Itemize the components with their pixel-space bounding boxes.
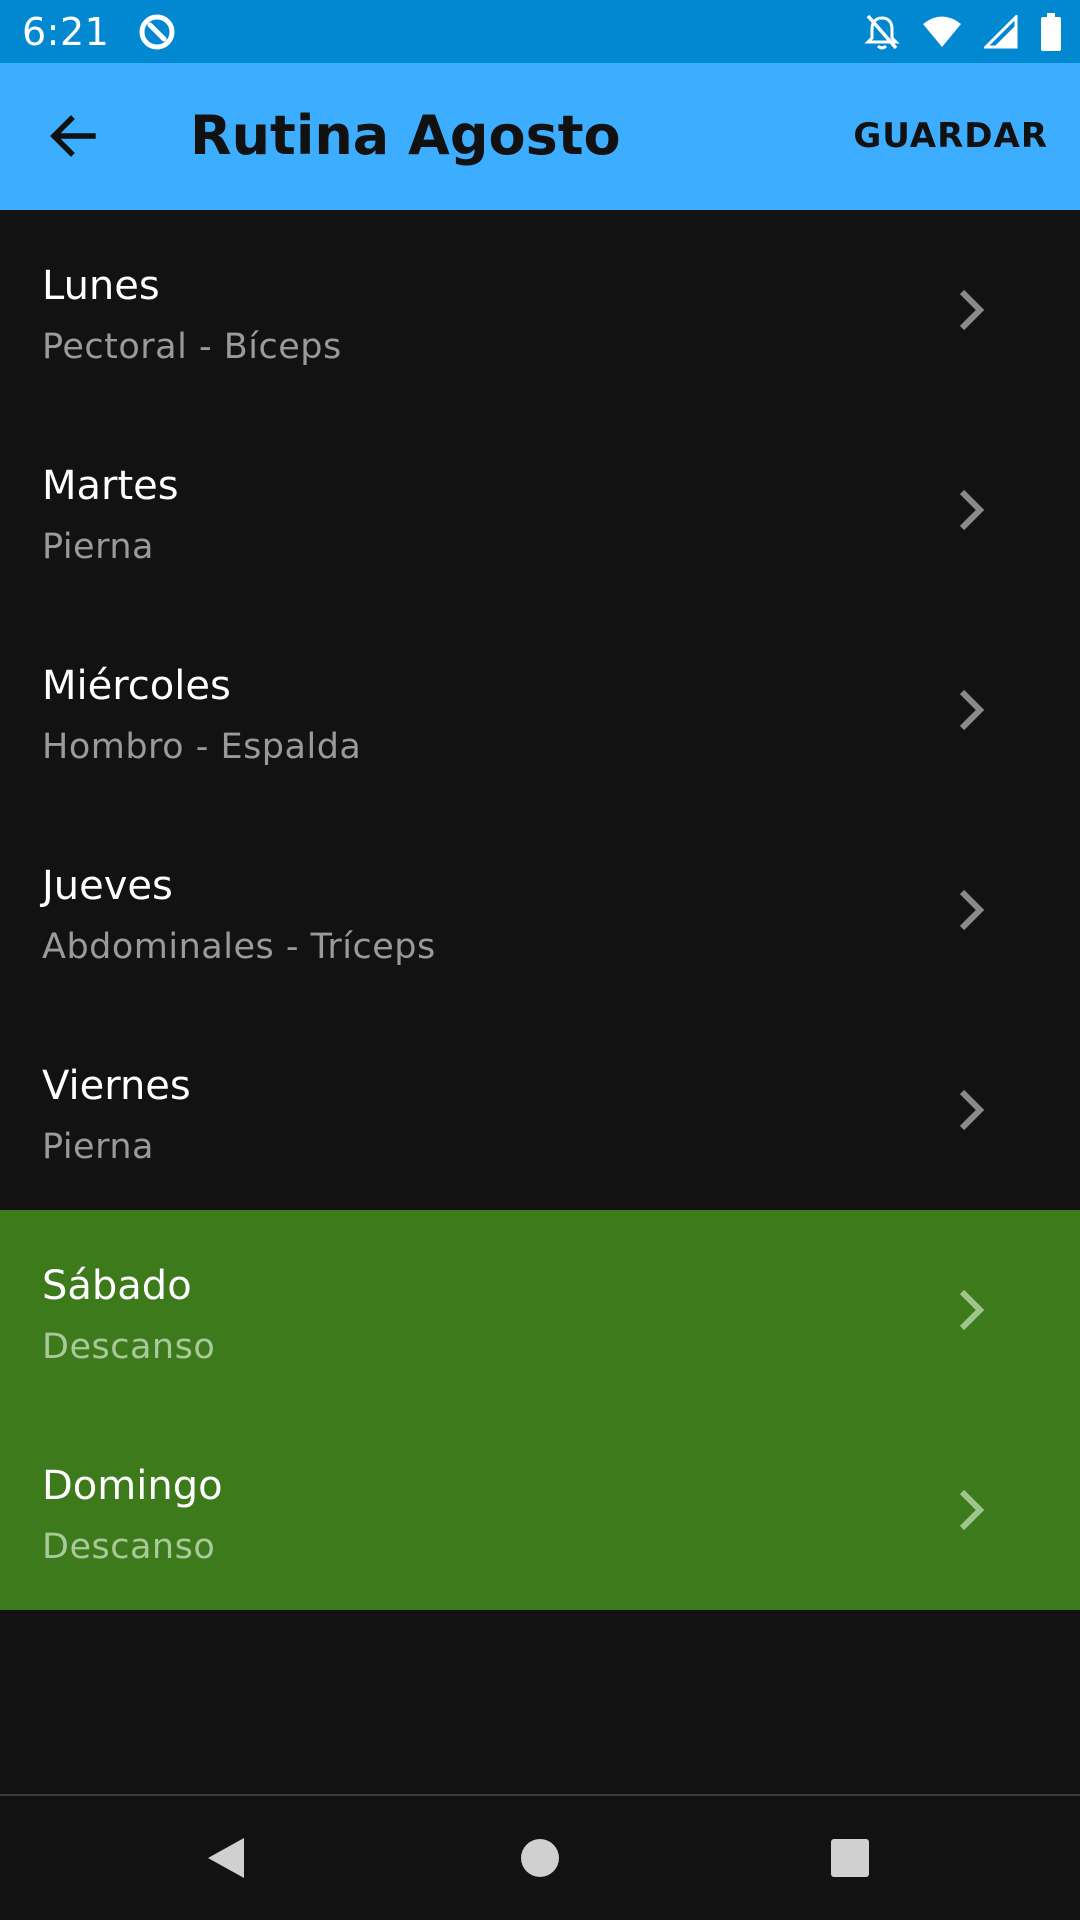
app-notification-icon	[139, 14, 175, 49]
back-button[interactable]	[40, 103, 106, 169]
recents-square-icon	[831, 1839, 869, 1877]
chevron-right-icon	[959, 889, 985, 931]
day-name: Jueves	[42, 863, 173, 909]
day-name: Viernes	[42, 1063, 191, 1109]
day-muscles: Descanso	[42, 1527, 216, 1567]
day-muscles: Descanso	[42, 1327, 216, 1367]
app-bar: Rutina Agosto GUARDAR	[0, 63, 1080, 210]
chevron-right-icon	[959, 1489, 985, 1531]
arrow-back-icon	[50, 115, 96, 157]
day-list: Lunes Pectoral - Bíceps Martes Pierna Mi…	[0, 210, 1080, 1610]
day-item-miercoles[interactable]: Miércoles Hombro - Espalda	[0, 610, 1080, 810]
system-nav-bar	[0, 1794, 1080, 1920]
battery-icon	[1041, 12, 1061, 51]
day-item-sabado[interactable]: Sábado Descanso	[0, 1210, 1080, 1410]
home-circle-icon	[521, 1839, 559, 1877]
status-bar: 6:21	[0, 0, 1080, 63]
day-muscles: Hombro - Espalda	[42, 727, 362, 767]
day-item-domingo[interactable]: Domingo Descanso	[0, 1410, 1080, 1610]
wifi-icon	[923, 16, 961, 47]
chevron-right-icon	[959, 1089, 985, 1131]
page-title: Rutina Agosto	[190, 104, 621, 167]
day-item-lunes[interactable]: Lunes Pectoral - Bíceps	[0, 210, 1080, 410]
nav-recents-button[interactable]	[818, 1826, 882, 1890]
day-muscles: Pierna	[42, 1127, 154, 1167]
back-triangle-icon	[208, 1838, 244, 1878]
chevron-right-icon	[959, 289, 985, 331]
day-item-viernes[interactable]: Viernes Pierna	[0, 1010, 1080, 1210]
save-button[interactable]: GUARDAR	[853, 109, 1048, 163]
day-name: Lunes	[42, 263, 160, 309]
notifications-off-icon	[864, 14, 900, 49]
day-muscles: Pectoral - Bíceps	[42, 327, 342, 367]
status-time: 6:21	[22, 9, 110, 54]
chevron-right-icon	[959, 689, 985, 731]
nav-home-button[interactable]	[508, 1826, 572, 1890]
day-muscles: Abdominales - Tríceps	[42, 927, 436, 967]
nav-back-button[interactable]	[194, 1826, 258, 1890]
day-name: Domingo	[42, 1463, 223, 1509]
chevron-right-icon	[959, 1289, 985, 1331]
chevron-right-icon	[959, 489, 985, 531]
day-item-martes[interactable]: Martes Pierna	[0, 410, 1080, 610]
day-name: Martes	[42, 463, 179, 509]
signal-icon	[984, 14, 1018, 48]
day-name: Sábado	[42, 1263, 192, 1309]
day-muscles: Pierna	[42, 527, 154, 567]
day-item-jueves[interactable]: Jueves Abdominales - Tríceps	[0, 810, 1080, 1010]
day-name: Miércoles	[42, 663, 231, 709]
